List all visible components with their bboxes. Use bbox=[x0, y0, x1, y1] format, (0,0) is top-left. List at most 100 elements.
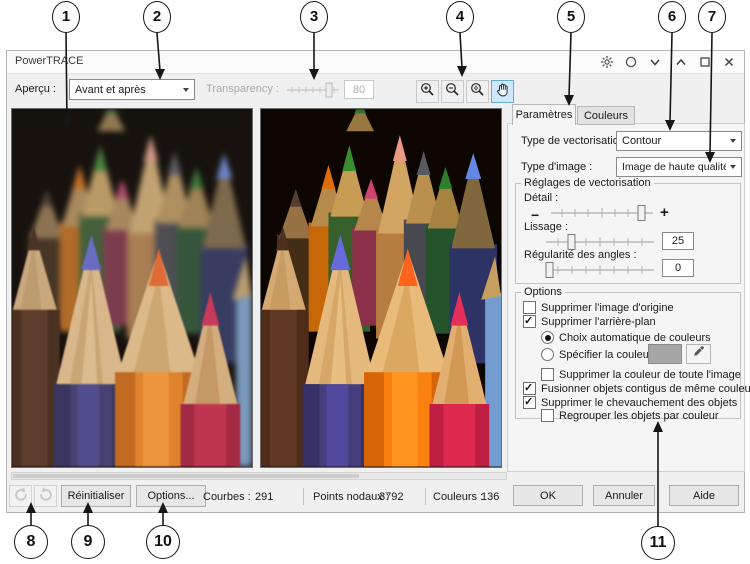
image-type-dropdown[interactable]: Image de haute qualité bbox=[616, 157, 742, 177]
nodes-stat-label: Points nodaux : bbox=[313, 491, 389, 503]
chevron-up-icon[interactable] bbox=[673, 54, 689, 70]
preview-mode-dropdown[interactable]: Avant et après bbox=[69, 79, 195, 100]
callout-8: 8 bbox=[14, 525, 48, 559]
trace-type-dropdown[interactable]: Contour bbox=[616, 131, 742, 151]
options-button[interactable]: Options... bbox=[136, 485, 206, 507]
curves-stat-value: 291 bbox=[255, 491, 273, 503]
callout-6: 6 bbox=[658, 1, 686, 33]
smoothing-label: Lissage : bbox=[524, 221, 568, 233]
corner-value[interactable]: 0 bbox=[662, 259, 694, 277]
checkbox-icon[interactable] bbox=[523, 301, 536, 314]
undo-button[interactable] bbox=[9, 485, 32, 507]
preview-label: Aperçu : bbox=[15, 83, 56, 95]
tab-couleurs-label: Couleurs bbox=[584, 110, 628, 122]
powertrace-dialog: PowerTRACE Aperçu : Avant et après bbox=[6, 50, 745, 513]
option-label: Regrouper les objets par couleur bbox=[559, 410, 719, 422]
curves-stat-label: Courbes : bbox=[203, 491, 251, 503]
dropdown-caret-icon bbox=[730, 165, 736, 169]
zoom-out-button[interactable] bbox=[441, 80, 464, 103]
option-merge-adjacent[interactable]: Fusionner objets contigus de même couleu… bbox=[523, 382, 750, 395]
dropdown-caret-icon bbox=[730, 139, 736, 143]
transparency-slider bbox=[286, 81, 340, 99]
before-preview-image bbox=[11, 108, 253, 468]
circle-icon[interactable] bbox=[623, 54, 639, 70]
radio-selected-icon[interactable] bbox=[541, 331, 554, 344]
transparency-value: 80 bbox=[344, 80, 374, 99]
checkbox-checked-icon[interactable] bbox=[523, 382, 536, 395]
reset-button[interactable]: Réinitialiser bbox=[61, 485, 131, 507]
settings-group-title: Réglages de vectorisation bbox=[521, 177, 654, 189]
option-label: Supprimer le chevauchement des objets bbox=[541, 397, 737, 409]
zoom-in-button[interactable] bbox=[416, 80, 439, 103]
detail-minus-button[interactable]: − bbox=[531, 208, 539, 222]
help-button[interactable]: Aide bbox=[669, 485, 739, 506]
preview-horizontal-scrollbar[interactable] bbox=[11, 472, 507, 480]
callout-11: 11 bbox=[641, 526, 675, 560]
option-group-by-color[interactable]: Regrouper les objets par couleur bbox=[541, 409, 719, 422]
transparency-label: Transparency : bbox=[206, 83, 279, 95]
checkbox-icon[interactable] bbox=[541, 409, 554, 422]
redo-icon bbox=[38, 486, 54, 507]
screenshot-root: PowerTRACE Aperçu : Avant et après bbox=[0, 0, 750, 564]
dropdown-caret-icon bbox=[183, 88, 189, 92]
pan-hand-icon bbox=[495, 82, 510, 102]
zoom-in-icon bbox=[420, 82, 435, 102]
detail-slider-thumb[interactable] bbox=[638, 206, 645, 221]
close-icon[interactable] bbox=[721, 54, 737, 70]
trace-type-value: Contour bbox=[622, 135, 726, 147]
option-label: Supprimer l'image d'origine bbox=[541, 302, 674, 314]
tab-couleurs[interactable]: Couleurs bbox=[577, 106, 635, 125]
chevron-down-icon[interactable] bbox=[647, 54, 663, 70]
callout-7: 7 bbox=[698, 1, 726, 33]
option-remove-overlap[interactable]: Supprimer le chevauchement des objets bbox=[523, 396, 737, 409]
callout-1: 1 bbox=[52, 1, 80, 33]
callout-10: 10 bbox=[146, 525, 180, 559]
nodes-stat-value: 3792 bbox=[379, 491, 403, 503]
corner-slider-thumb[interactable] bbox=[546, 263, 553, 278]
detail-slider[interactable] bbox=[549, 204, 655, 222]
eyedropper-icon bbox=[692, 345, 705, 363]
option-remove-color-entire-image[interactable]: Supprimer la couleur de toute l'image bbox=[541, 368, 741, 381]
option-label: Choix automatique de couleurs bbox=[559, 332, 711, 344]
undo-icon bbox=[13, 486, 29, 507]
colors-stat-label: Couleurs : bbox=[433, 491, 483, 503]
corner-slider[interactable] bbox=[544, 261, 656, 279]
detail-plus-button[interactable]: + bbox=[660, 206, 669, 220]
color-swatch[interactable] bbox=[648, 344, 682, 364]
window-title: PowerTRACE bbox=[15, 55, 83, 67]
callout-4: 4 bbox=[446, 1, 474, 33]
checkbox-checked-icon[interactable] bbox=[523, 315, 536, 328]
checkbox-icon[interactable] bbox=[541, 368, 554, 381]
pan-button[interactable] bbox=[491, 80, 514, 103]
maximize-icon[interactable] bbox=[697, 54, 713, 70]
trace-type-label: Type de vectorisation : bbox=[521, 135, 631, 147]
zoom-fit-icon bbox=[470, 82, 485, 102]
checkbox-checked-icon[interactable] bbox=[523, 396, 536, 409]
corner-smoothness-label: Régularité des angles : bbox=[524, 249, 637, 261]
option-label: Spécifier la couleur : bbox=[559, 349, 659, 361]
eyedropper-button[interactable] bbox=[686, 344, 711, 364]
redo-button[interactable] bbox=[34, 485, 57, 507]
detail-label: Détail : bbox=[524, 192, 558, 204]
colors-stat-value: 136 bbox=[481, 491, 499, 503]
image-type-value: Image de haute qualité bbox=[622, 161, 726, 173]
option-specify-color[interactable]: Spécifier la couleur : bbox=[541, 348, 659, 361]
option-auto-color[interactable]: Choix automatique de couleurs bbox=[541, 331, 711, 344]
callout-2: 2 bbox=[143, 1, 171, 33]
smoothing-value[interactable]: 25 bbox=[662, 232, 694, 250]
tab-parametres-label: Paramètres bbox=[516, 109, 573, 121]
callout-3: 3 bbox=[300, 1, 328, 33]
gear-icon[interactable] bbox=[599, 54, 615, 70]
callout-9: 9 bbox=[71, 525, 105, 559]
preview-mode-value: Avant et après bbox=[75, 84, 179, 96]
tab-parametres[interactable]: Paramètres bbox=[512, 104, 576, 125]
option-remove-background[interactable]: Supprimer l'arrière-plan bbox=[523, 315, 656, 328]
ok-button[interactable]: OK bbox=[513, 485, 583, 506]
radio-icon[interactable] bbox=[541, 348, 554, 361]
footer-separator bbox=[303, 488, 304, 505]
option-delete-original[interactable]: Supprimer l'image d'origine bbox=[523, 301, 674, 314]
options-group-title: Options bbox=[521, 286, 565, 298]
zoom-fit-button[interactable] bbox=[466, 80, 489, 103]
smoothing-slider-thumb[interactable] bbox=[568, 235, 575, 250]
cancel-button[interactable]: Annuler bbox=[593, 485, 655, 506]
